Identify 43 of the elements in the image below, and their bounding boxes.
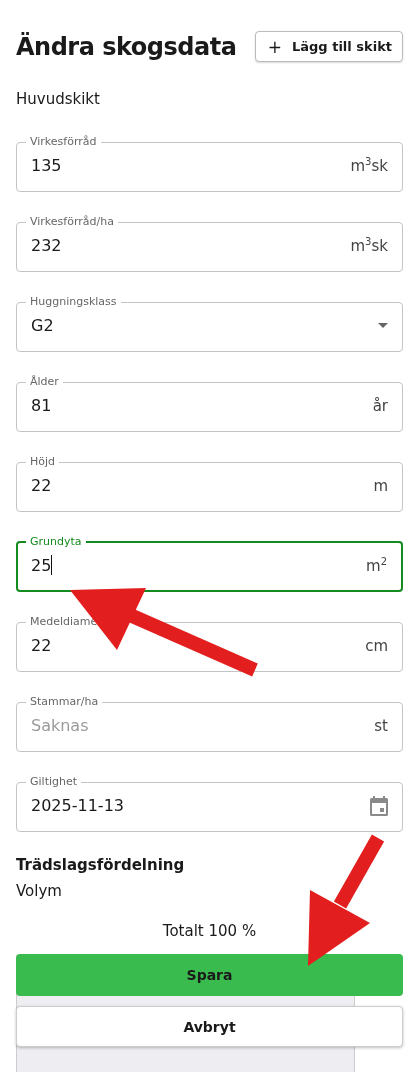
field-label: Grundyta — [29, 536, 83, 548]
field-value: 2025-11-13 — [31, 796, 124, 815]
input-field[interactable]: Höjd 22 m — [16, 456, 403, 512]
unit-label: år — [372, 396, 388, 415]
field-label: Medeldiame — [29, 616, 99, 628]
unit-label: st — [374, 716, 388, 735]
save-button[interactable]: Spara — [16, 954, 403, 996]
calendar-icon — [370, 795, 388, 816]
dropdown-caret-icon — [378, 323, 388, 328]
date-field[interactable]: Giltighet 2025-11-13 — [16, 776, 403, 832]
field-label: Virkesförråd — [29, 136, 98, 148]
unit-label: m$^{3}$sk — [350, 236, 388, 255]
field-label: Höjd — [29, 456, 57, 468]
field-value: G2 — [31, 316, 54, 335]
field-label: Stammar/ha — [29, 696, 100, 708]
field-label: Ålder — [29, 376, 60, 388]
input-field[interactable]: Stammar/ha Saknas st — [16, 696, 403, 752]
text-cursor — [51, 555, 53, 575]
section-subtitle: Volym — [16, 882, 63, 900]
field-value: 81 — [31, 396, 52, 415]
unit-label: m$^{2}$ — [366, 555, 387, 575]
select-field[interactable]: Huggningsklass G2 — [16, 296, 403, 352]
page-title: Ändra skogsdata — [16, 32, 237, 61]
field-value: 25 — [31, 555, 52, 575]
field-value: 135 — [31, 156, 62, 175]
placeholder-text: Saknas — [31, 716, 89, 735]
field-label: Giltighet — [29, 776, 79, 788]
field-value: 22 — [31, 476, 52, 495]
add-layer-button[interactable]: + Lägg till skikt — [254, 31, 403, 62]
section-heading: Trädslagsfördelning — [16, 856, 186, 874]
field-value: 22 — [31, 636, 52, 655]
unit-label: m — [373, 476, 388, 495]
input-field[interactable]: Virkesförråd/ha 232 m$^{3}$sk — [16, 216, 403, 272]
field-value: 232 — [31, 236, 62, 255]
total-text: Totalt 100 % — [161, 922, 258, 940]
field-label: Virkesförråd/ha — [29, 216, 115, 228]
cancel-button[interactable]: Avbryt — [16, 1006, 403, 1047]
section-title: Huvudskikt — [16, 90, 101, 108]
unit-label: cm — [365, 636, 388, 655]
input-field[interactable]: Virkesförråd 135 m$^{3}$sk — [16, 136, 403, 192]
input-field[interactable]: Ålder 81 år — [16, 376, 403, 432]
unit-label: m$^{3}$sk — [350, 156, 388, 175]
field-label: Huggningsklass — [29, 296, 118, 308]
